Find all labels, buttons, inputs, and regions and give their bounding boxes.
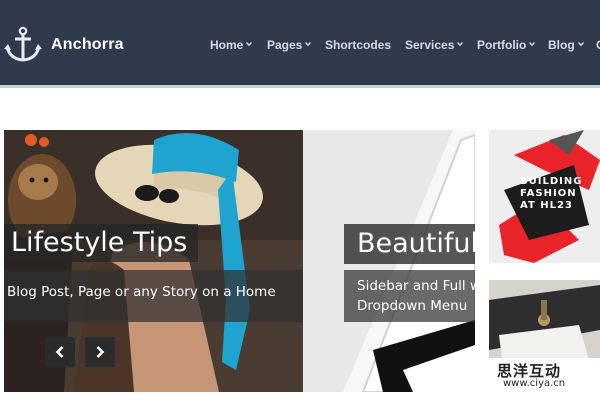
chevron-down-icon xyxy=(246,42,253,47)
nav-item-pages[interactable]: Pages xyxy=(267,38,312,52)
nav-item-shortcodes[interactable]: Shortcodes xyxy=(325,38,391,52)
nav-label: Portfolio xyxy=(477,38,527,52)
fashion-text-line: FASHION xyxy=(520,188,577,199)
chevron-right-icon xyxy=(96,346,105,358)
nav-item-services[interactable]: Services xyxy=(405,38,464,52)
watermark: 思洋互动 www.ciya.cn xyxy=(489,358,600,392)
slide-text: Sidebar and Full w Dropdown Menu xyxy=(344,270,475,322)
nav-label: Pages xyxy=(267,38,303,52)
fashion-text-line: AT HL23 xyxy=(520,200,573,211)
nav-label: Blog xyxy=(548,38,575,52)
next-slide-button[interactable] xyxy=(85,337,115,367)
prev-slide-button[interactable] xyxy=(45,337,75,367)
watermark-url-text: www.ciya.cn xyxy=(503,378,566,389)
nav-item-contact[interactable]: C xyxy=(596,38,600,52)
slide-title: Lifestyle Tips xyxy=(4,224,198,262)
nav-item-blog[interactable]: Blog xyxy=(548,38,584,52)
slide-text-line: Sidebar and Full w xyxy=(357,278,475,294)
nav-label: Shortcodes xyxy=(325,38,392,52)
site-header: Anchorra Home Pages Shortcodes Services … xyxy=(0,0,600,88)
nav-label: Services xyxy=(405,38,455,52)
chevron-left-icon xyxy=(55,346,64,358)
nav-item-portfolio[interactable]: Portfolio xyxy=(477,38,536,52)
slide-title: Beautiful xyxy=(344,224,475,264)
slide-text-line: Dropdown Menu xyxy=(357,298,468,314)
chevron-down-icon xyxy=(529,42,536,47)
chevron-down-icon xyxy=(305,42,312,47)
nav-item-home[interactable]: Home xyxy=(210,38,253,52)
slide-text: Blog Post, Page or any Story on a Home xyxy=(4,270,303,322)
fashion-thumbnail[interactable]: BUILDING FASHION AT HL23 xyxy=(489,130,600,263)
chevron-down-icon xyxy=(457,42,464,47)
page: Anchorra Home Pages Shortcodes Services … xyxy=(0,0,600,400)
nav-label: C xyxy=(596,38,600,52)
chevron-down-icon xyxy=(577,42,584,47)
anchor-icon[interactable] xyxy=(4,26,42,64)
nav-label: Home xyxy=(210,38,244,52)
fashion-text-line: BUILDING xyxy=(520,176,583,187)
brand-name[interactable]: Anchorra xyxy=(51,36,124,54)
